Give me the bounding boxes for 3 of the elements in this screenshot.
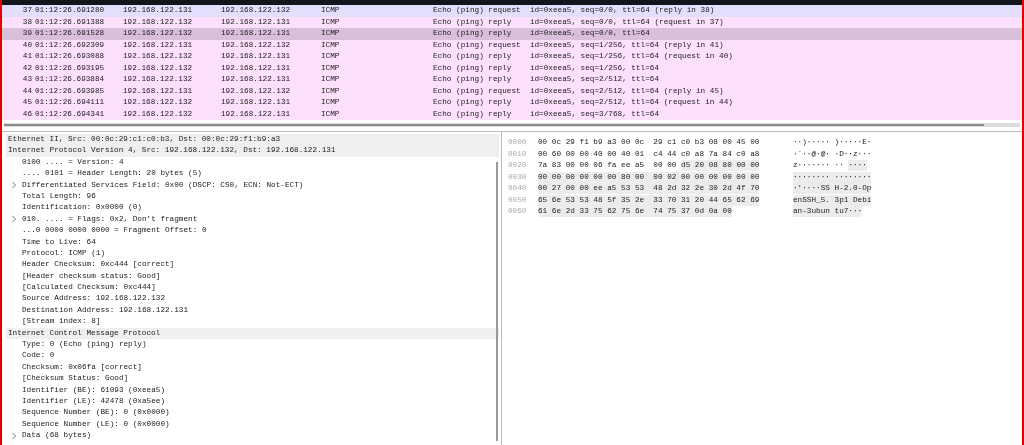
horizontal-scrollbar[interactable] (4, 123, 1020, 127)
vertical-scrollbar[interactable] (496, 162, 498, 441)
scrollbar-thumb[interactable] (4, 124, 984, 126)
